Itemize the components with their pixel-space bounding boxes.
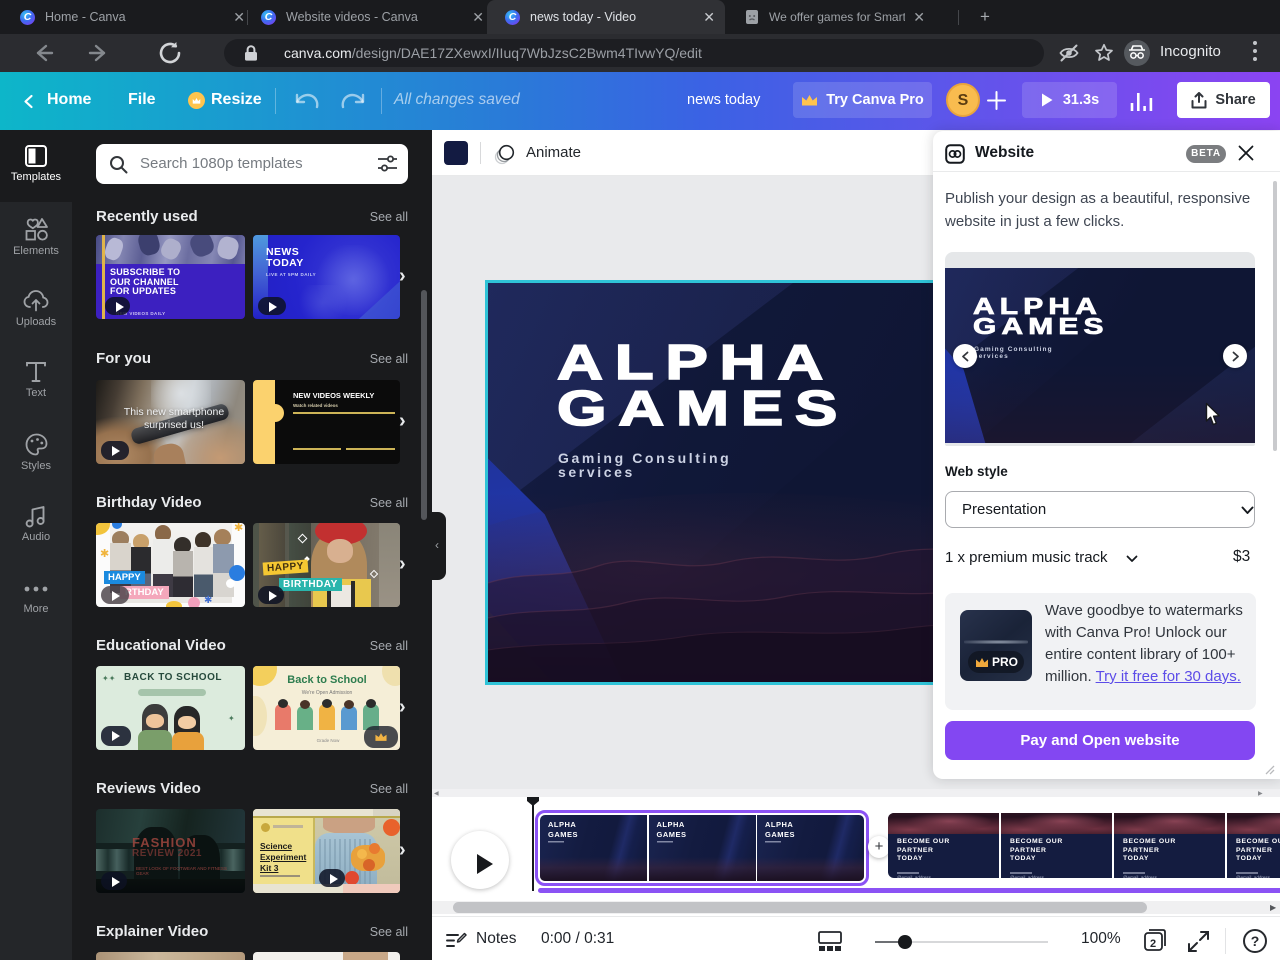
svg-text:2: 2	[1150, 938, 1156, 950]
